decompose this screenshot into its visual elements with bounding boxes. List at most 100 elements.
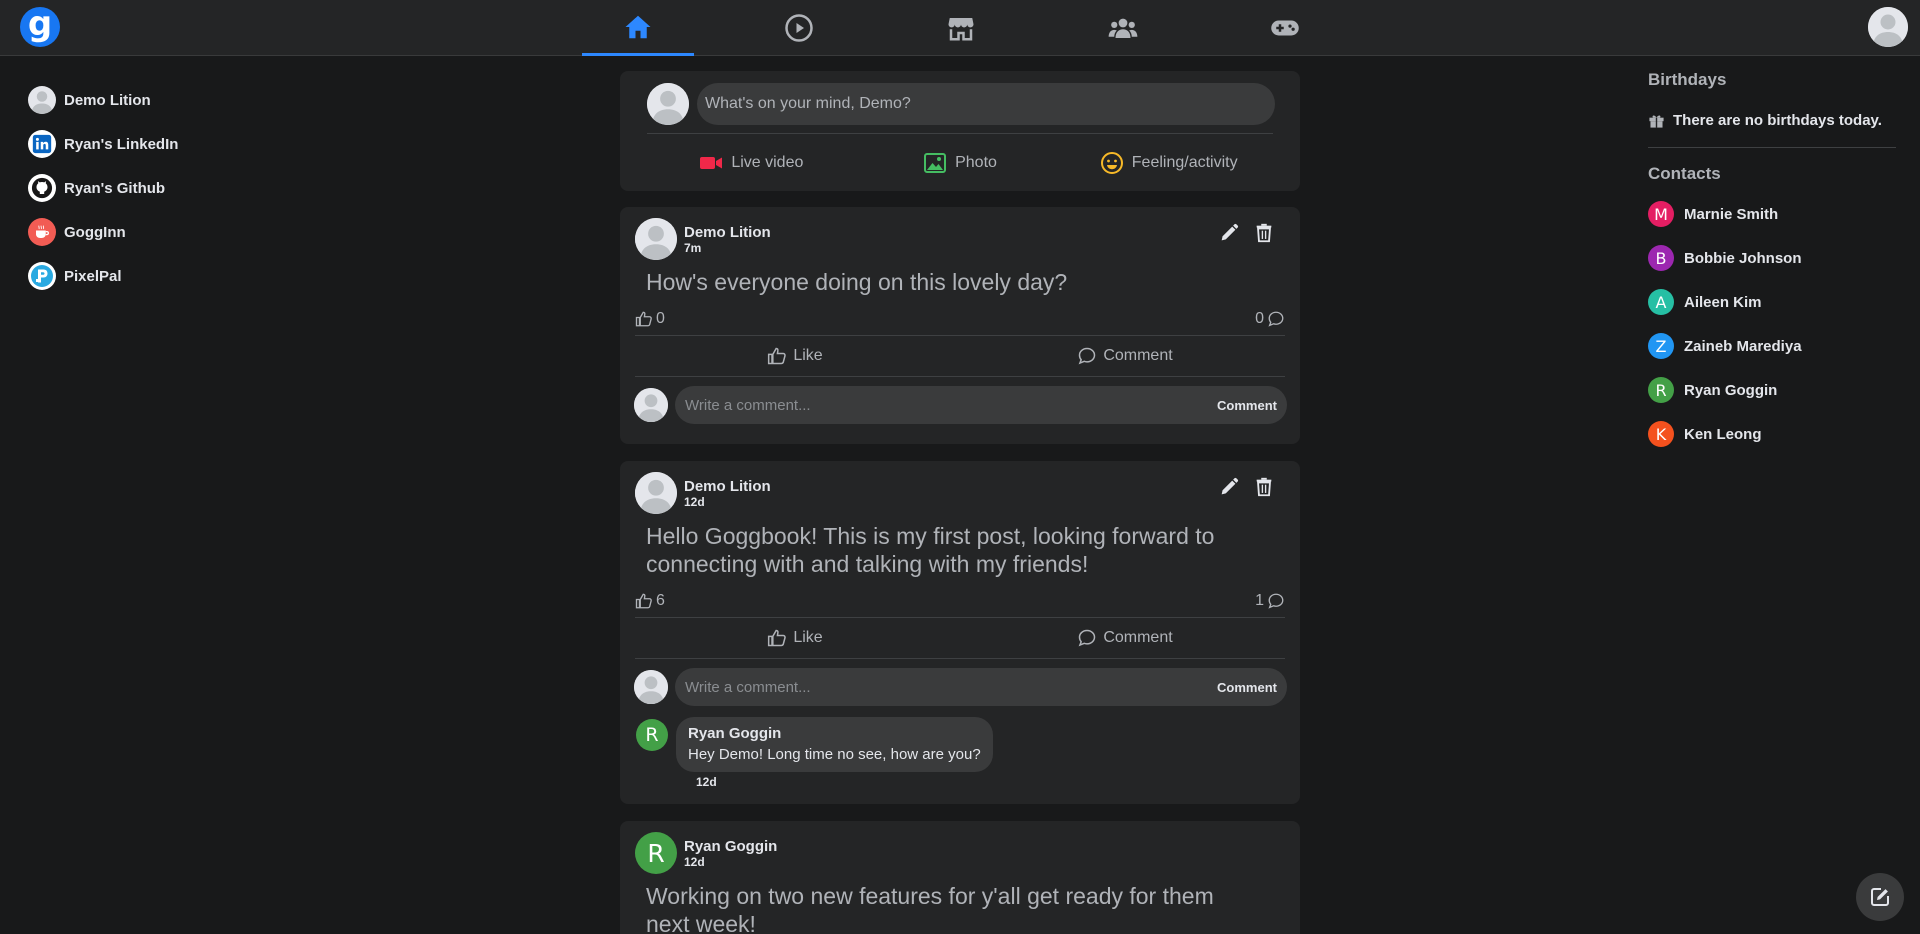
status-input[interactable]: What's on your mind, Demo? xyxy=(697,83,1275,125)
submit-comment-button[interactable]: Comment xyxy=(1217,398,1277,413)
gaming-icon xyxy=(1271,20,1299,36)
comment-input[interactable]: Write a comment... Comment xyxy=(675,386,1287,424)
comment-input[interactable]: Write a comment... Comment xyxy=(675,668,1287,706)
edit-post-button[interactable] xyxy=(1218,222,1240,244)
speech-bubble-icon xyxy=(1078,629,1096,647)
sidebar-item-github[interactable]: Ryan's Github xyxy=(28,166,178,210)
left-sidebar: Demo Lition Ryan's LinkedIn Ryan's Githu… xyxy=(28,78,178,298)
birthdays-heading: Birthdays xyxy=(1648,70,1727,89)
contact-avatar: B xyxy=(1648,245,1674,271)
contact-avatar: Z xyxy=(1648,333,1674,359)
contact-item[interactable]: B Bobbie Johnson xyxy=(1648,236,1896,280)
trash-icon xyxy=(1256,223,1272,243)
thumbs-up-icon xyxy=(768,347,787,365)
contact-item[interactable]: A Aileen Kim xyxy=(1648,280,1896,324)
comment-button[interactable]: Comment xyxy=(965,341,1285,371)
feeling-activity-label: Feeling/activity xyxy=(1131,154,1238,171)
avatar xyxy=(647,83,689,125)
nav-tab-home[interactable] xyxy=(582,0,694,56)
live-video-button[interactable]: Live video xyxy=(647,148,856,178)
post-author[interactable]: Demo Lition xyxy=(684,478,771,495)
avatar[interactable] xyxy=(635,472,677,514)
nav-tab-marketplace[interactable] xyxy=(905,0,1017,56)
groups-icon xyxy=(1108,18,1138,38)
avatar xyxy=(634,670,668,704)
divider xyxy=(1648,147,1896,148)
comment-author[interactable]: Ryan Goggin xyxy=(688,725,981,742)
like-button[interactable]: Like xyxy=(635,623,955,653)
account-avatar[interactable] xyxy=(1868,7,1908,47)
like-button[interactable]: Like xyxy=(635,341,955,371)
thumbs-up-icon xyxy=(635,311,652,327)
contact-avatar: K xyxy=(1648,421,1674,447)
top-navbar: g xyxy=(0,0,1920,56)
contact-name: Marnie Smith xyxy=(1684,205,1779,223)
contact-name: Aileen Kim xyxy=(1684,293,1762,311)
delete-post-button[interactable] xyxy=(1253,222,1275,244)
contact-item[interactable]: R Ryan Goggin xyxy=(1648,368,1896,412)
sidebar-item-pixelpal[interactable]: PixelPal xyxy=(28,254,178,298)
github-icon xyxy=(28,174,56,202)
comment-author-avatar[interactable]: R xyxy=(636,719,668,751)
comment-button[interactable]: Comment xyxy=(965,623,1285,653)
contact-item[interactable]: K Ken Leong xyxy=(1648,412,1896,456)
post-time: 12d xyxy=(684,854,705,869)
comment-text: Hey Demo! Long time no see, how are you? xyxy=(688,746,981,763)
sidebar-item-label: GoggInn xyxy=(64,223,126,241)
goggbook-logo[interactable]: g xyxy=(20,7,60,47)
post-author[interactable]: Ryan Goggin xyxy=(684,838,777,855)
avatar[interactable]: R xyxy=(635,832,677,874)
speech-bubble-icon xyxy=(1268,311,1284,327)
contact-item[interactable]: M Marnie Smith xyxy=(1648,192,1896,236)
linkedin-icon xyxy=(28,130,56,158)
submit-comment-button[interactable]: Comment xyxy=(1217,680,1277,695)
home-icon xyxy=(625,15,651,38)
comment-count: 1 xyxy=(1255,592,1285,610)
feeling-activity-button[interactable]: Feeling/activity xyxy=(1064,148,1273,178)
post-card: Demo Lition 7m How's everyone doing on t… xyxy=(620,207,1300,444)
pencil-icon xyxy=(1221,477,1239,495)
contact-name: Ryan Goggin xyxy=(1684,381,1778,399)
marketplace-icon xyxy=(948,18,974,41)
speech-bubble-icon xyxy=(1078,347,1096,365)
comment-bubble: Ryan Goggin Hey Demo! Long time no see, … xyxy=(676,717,993,772)
trash-icon xyxy=(1256,477,1272,497)
watch-icon xyxy=(785,14,813,42)
nav-tab-groups[interactable] xyxy=(1067,0,1179,56)
sidebar-item-profile[interactable]: Demo Lition xyxy=(28,78,178,122)
feeling-icon xyxy=(1100,152,1123,174)
thumbs-up-icon xyxy=(635,593,652,609)
photo-button[interactable]: Photo xyxy=(856,148,1065,178)
new-message-button[interactable] xyxy=(1856,873,1904,921)
birthdays-text: There are no birthdays today. xyxy=(1673,112,1882,129)
sidebar-item-linkedin[interactable]: Ryan's LinkedIn xyxy=(28,122,178,166)
contact-item[interactable]: Z Zaineb Marediya xyxy=(1648,324,1896,368)
divider xyxy=(647,133,1273,134)
contact-avatar: R xyxy=(1648,377,1674,403)
photo-label: Photo xyxy=(955,154,997,171)
pencil-icon xyxy=(1221,223,1239,241)
post-body: Working on two new features for y'all ge… xyxy=(646,883,1214,934)
contact-name: Ken Leong xyxy=(1684,425,1762,443)
like-count: 0 xyxy=(635,310,665,328)
comment-time: 12d xyxy=(696,775,717,789)
contacts-heading: Contacts xyxy=(1648,164,1721,183)
right-sidebar: Birthdays There are no birthdays today. … xyxy=(1648,70,1896,456)
nav-tab-gaming[interactable] xyxy=(1229,0,1341,56)
nav-tab-watch[interactable] xyxy=(743,0,855,56)
divider xyxy=(635,617,1285,618)
contact-avatar: M xyxy=(1648,201,1674,227)
avatar xyxy=(634,388,668,422)
avatar[interactable] xyxy=(635,218,677,260)
gogginn-icon xyxy=(28,218,56,246)
post-author[interactable]: Demo Lition xyxy=(684,224,771,241)
divider xyxy=(635,376,1285,377)
compose-icon xyxy=(1871,888,1889,906)
sidebar-item-gogginn[interactable]: GoggInn xyxy=(28,210,178,254)
edit-post-button[interactable] xyxy=(1218,476,1240,498)
speech-bubble-icon xyxy=(1268,593,1284,609)
sidebar-item-label: Demo Lition xyxy=(64,91,151,109)
post-body: How's everyone doing on this lovely day? xyxy=(646,269,1068,295)
delete-post-button[interactable] xyxy=(1253,476,1275,498)
sidebar-item-label: Ryan's Github xyxy=(64,179,166,197)
